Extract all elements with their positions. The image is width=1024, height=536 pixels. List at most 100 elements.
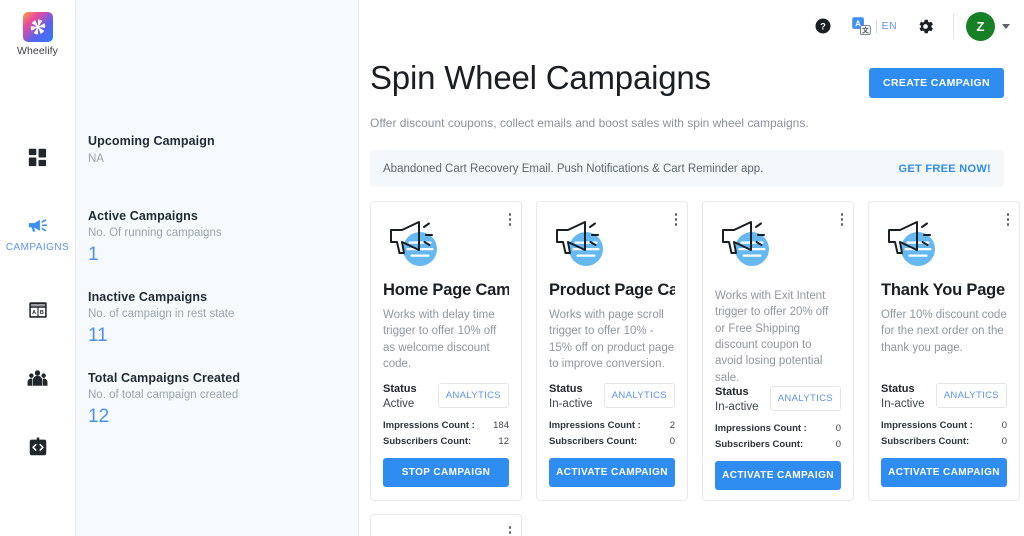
sidebar-item-campaigns[interactable]: CAMPAIGNS <box>0 203 75 264</box>
sidebar-item-integrations[interactable] <box>0 425 75 469</box>
sidebar-items: CAMPAIGNS A B <box>0 135 75 469</box>
more-vertical-icon[interactable] <box>508 526 511 536</box>
topbar: ? A 文 EN Z <box>359 0 1024 52</box>
campaign-card[interactable]: Cart Page Campai Works with Exit Intent … <box>702 201 854 501</box>
ab-test-icon: A B <box>28 302 47 318</box>
stat-upcoming-campaign: Upcoming Campaign NA <box>88 134 358 165</box>
user-menu[interactable]: Z <box>966 11 1014 41</box>
help-button[interactable]: ? <box>801 4 845 48</box>
more-vertical-icon[interactable] <box>1006 213 1009 228</box>
campaign-description: Offer 10% discount code for the next ord… <box>881 309 1007 354</box>
counts: Impressions Count : 0 Subscribers Count:… <box>715 423 841 455</box>
stat-value: 11 <box>88 324 108 346</box>
megaphone-circle-icon <box>549 216 675 272</box>
pinwheel-icon <box>22 12 53 42</box>
campaign-card[interactable] <box>370 514 522 536</box>
translate-icon: A 文 <box>851 17 871 35</box>
campaign-action-button[interactable]: STOP CAMPAIGN <box>383 458 509 487</box>
status-row: Status In-active ANALYTICS <box>881 383 1007 410</box>
impressions-row: Impressions Count : 184 <box>383 420 509 431</box>
megaphone-circle-icon <box>715 216 841 272</box>
sidebar-item-dashboard[interactable] <box>0 135 75 179</box>
campaign-card-list-next-row <box>370 514 1004 536</box>
create-campaign-button[interactable]: CREATE CAMPAIGN <box>869 68 1004 98</box>
pinwheel-glyph <box>30 19 45 35</box>
campaign-card[interactable]: Home Page Camp Works with delay time tri… <box>370 201 522 501</box>
page-header: Spin Wheel Campaigns CREATE CAMPAIGN <box>370 59 1004 98</box>
campaign-card[interactable]: Product Page Cam Works with page scroll … <box>536 201 688 501</box>
avatar: Z <box>966 11 995 41</box>
help-circle-icon: ? <box>815 18 831 34</box>
status-block: Status Active <box>383 383 417 410</box>
subscribers-label: Subscribers Count: <box>881 436 970 447</box>
sidebar-item-customers[interactable] <box>0 356 75 401</box>
chevron-down-icon <box>1002 23 1010 29</box>
dashboard-grid-icon <box>28 148 46 167</box>
page-title: Spin Wheel Campaigns <box>370 59 711 96</box>
subscribers-row: Subscribers Count: 12 <box>383 436 509 447</box>
svg-text:B: B <box>39 310 43 316</box>
status-badge: In-active <box>715 400 759 413</box>
stat-inactive-campaigns: Inactive Campaigns No. of campaign in re… <box>88 290 358 346</box>
settings-button[interactable] <box>903 4 947 48</box>
stat-active-campaigns: Active Campaigns No. Of running campaign… <box>88 209 358 265</box>
campaign-description: Works with Exit Intent trigger to offer … <box>715 290 829 384</box>
campaign-action-button[interactable]: ACTIVATE CAMPAIGN <box>549 458 675 487</box>
stat-value: 1 <box>88 244 99 265</box>
stats-panel: Upcoming Campaign NA Active Campaigns No… <box>76 0 359 536</box>
impressions-value: 0 <box>1001 420 1007 431</box>
impressions-row: Impressions Count : 0 <box>715 423 841 434</box>
page-content: Spin Wheel Campaigns CREATE CAMPAIGN Off… <box>359 52 1024 536</box>
sidebar-rail: Wheelify CAMPAIGNS A B <box>0 0 76 536</box>
campaign-title: Home Page Camp <box>383 281 509 299</box>
more-vertical-icon[interactable] <box>840 213 843 228</box>
sidebar-item-ab-test[interactable]: A B <box>0 288 75 332</box>
analytics-button[interactable]: ANALYTICS <box>603 383 675 408</box>
impressions-value: 184 <box>493 420 509 431</box>
campaign-title: Product Page Cam <box>549 281 675 299</box>
status-block: Status In-active <box>549 383 592 410</box>
status-label: Status <box>383 383 417 395</box>
subscribers-row: Subscribers Count: 0 <box>881 436 1007 447</box>
topbar-divider <box>953 13 954 39</box>
brand-name: Wheelify <box>16 45 59 57</box>
subscribers-row: Subscribers Count: 0 <box>715 439 841 450</box>
main-area: ? A 文 EN Z Spin Wheel Campaigns CREATE C… <box>359 0 1024 536</box>
impressions-label: Impressions Count : <box>715 422 807 434</box>
promo-text: Abandoned Cart Recovery Email. Push Noti… <box>383 162 764 175</box>
megaphone-circle-icon <box>383 216 509 272</box>
megaphone-icon <box>28 219 48 232</box>
impressions-row: Impressions Count : 2 <box>549 420 675 431</box>
status-row: Status In-active ANALYTICS <box>549 383 675 410</box>
stat-subtitle: No. of total campaign created <box>88 388 239 401</box>
promo-link[interactable]: GET FREE NOW! <box>898 163 991 175</box>
analytics-button[interactable]: ANALYTICS <box>769 385 841 411</box>
subscribers-label: Subscribers Count: <box>383 436 472 447</box>
language-switcher[interactable]: A 文 EN <box>845 16 903 36</box>
stat-title: Upcoming Campaign <box>88 134 215 148</box>
more-vertical-icon[interactable] <box>674 213 677 228</box>
status-block: Status In-active <box>715 386 758 413</box>
code-box-icon <box>29 437 46 456</box>
stat-subtitle: No. of campaign in rest state <box>88 307 235 320</box>
stat-subtitle: NA <box>88 153 104 165</box>
subscribers-value: 12 <box>498 436 509 447</box>
status-label: Status <box>549 383 583 395</box>
status-row: Status In-active ANALYTICS <box>715 385 841 413</box>
impressions-label: Impressions Count : <box>881 420 973 431</box>
status-badge: In-active <box>881 398 925 410</box>
divider <box>875 19 877 33</box>
campaign-card-list: Home Page Camp Works with delay time tri… <box>370 201 1020 501</box>
campaign-action-button[interactable]: ACTIVATE CAMPAIGN <box>715 460 841 490</box>
language-label: EN <box>881 20 897 32</box>
analytics-button[interactable]: ANALYTICS <box>935 383 1007 408</box>
subscribers-value: 0 <box>1001 436 1007 447</box>
campaign-action-button[interactable]: ACTIVATE CAMPAIGN <box>881 458 1007 487</box>
sidebar-item-label: CAMPAIGNS <box>5 242 70 253</box>
more-vertical-icon[interactable] <box>508 213 511 228</box>
brand[interactable]: Wheelify <box>17 12 58 57</box>
counts: Impressions Count : 184 Subscribers Coun… <box>383 420 509 452</box>
campaign-card[interactable]: Thank You Page C Offer 10% discount code… <box>868 201 1020 501</box>
subscribers-label: Subscribers Count: <box>549 436 638 447</box>
analytics-button[interactable]: ANALYTICS <box>437 383 509 408</box>
